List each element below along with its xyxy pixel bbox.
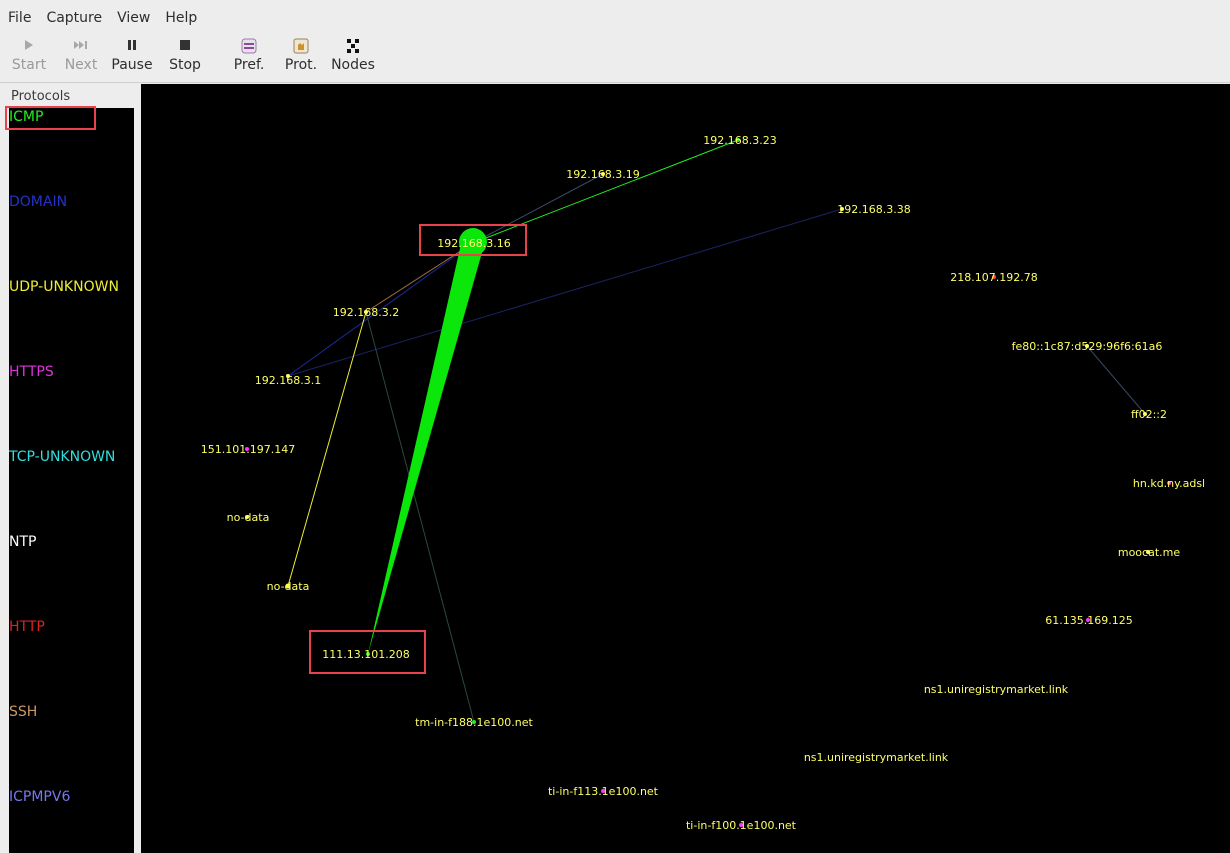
toolbar-separator — [0, 82, 1230, 83]
node-label[interactable]: ns1.uniregistrymarket.link — [804, 751, 949, 764]
start-label: Start — [11, 57, 47, 73]
protocol-item-icmp[interactable]: ICMP — [9, 109, 43, 125]
link-icmp-16-23 — [472, 139, 739, 244]
node-label[interactable]: 192.168.3.2 — [333, 306, 399, 319]
preferences-icon — [228, 38, 270, 58]
node-label[interactable]: 111.13.101.208 — [322, 648, 409, 661]
protocol-item-https[interactable]: HTTPS — [9, 364, 54, 380]
menu-bar: File Capture View Help — [0, 0, 1230, 36]
stop-button[interactable]: Stop — [164, 36, 206, 80]
link-fe80-ff02 — [1086, 345, 1146, 415]
link-domain-1-38 — [287, 208, 843, 377]
network-graph: 192.168.3.23 192.168.3.19 192.168.3.38 1… — [201, 134, 1205, 832]
protocol-item-ntp[interactable]: NTP — [9, 534, 36, 550]
preferences-button[interactable]: Pref. — [228, 36, 270, 80]
node-label[interactable]: no-data — [267, 580, 310, 593]
toolbar: Start Next Pause Stop Pref. Prot. Nodes — [0, 36, 1230, 82]
protocol-item-http[interactable]: HTTP — [9, 619, 45, 635]
node-label[interactable]: 192.168.3.23 — [703, 134, 776, 147]
node-label[interactable]: fe80::1c87:d529:96f6:61a6 — [1012, 340, 1163, 353]
node-label[interactable]: 192.168.3.16 — [437, 237, 510, 250]
protocol-list[interactable]: ICMP DOMAIN UDP-UNKNOWN HTTPS TCP-UNKNOW… — [9, 108, 134, 853]
next-label: Next — [64, 57, 98, 73]
pause-button[interactable]: Pause — [110, 36, 154, 80]
menu-view[interactable]: View — [109, 0, 157, 36]
protocols-icon — [280, 38, 322, 58]
node-label[interactable]: ti-in-f100.1e100.net — [686, 819, 797, 832]
menu-file[interactable]: File — [0, 0, 38, 36]
node-label[interactable]: 192.168.3.38 — [837, 203, 910, 216]
node-label[interactable]: 61.135.169.125 — [1045, 614, 1132, 627]
node-label[interactable]: no-data — [227, 511, 270, 524]
prot-label: Prot. — [284, 57, 318, 73]
node-label[interactable]: tm-in-f188.1e100.net — [415, 716, 533, 729]
link-16-19 — [472, 173, 604, 244]
nodes-label: Nodes — [331, 57, 375, 73]
protocol-item-domain[interactable]: DOMAIN — [9, 194, 67, 210]
pause-label: Pause — [111, 57, 153, 73]
menu-help[interactable]: Help — [157, 0, 204, 36]
stop-label: Stop — [169, 57, 201, 73]
nodes-icon — [328, 38, 378, 58]
link-udp-2-nodata — [287, 311, 367, 587]
protocols-button[interactable]: Prot. — [280, 36, 322, 80]
stop-icon — [164, 38, 206, 58]
protocol-item-ssh[interactable]: SSH — [9, 704, 37, 720]
link-icmp-16-111 — [368, 242, 485, 654]
node-label[interactable]: 151.101.197.147 — [201, 443, 295, 456]
play-icon — [8, 38, 50, 58]
network-diagram[interactable]: 192.168.3.23 192.168.3.19 192.168.3.38 1… — [141, 84, 1230, 853]
protocol-item-tcp-unknown[interactable]: TCP-UNKNOWN — [9, 449, 115, 465]
start-button[interactable]: Start — [8, 36, 50, 80]
node-label[interactable]: ff02::2 — [1131, 408, 1167, 421]
menu-capture[interactable]: Capture — [38, 0, 109, 36]
protocol-item-udp-unknown[interactable]: UDP-UNKNOWN — [9, 279, 119, 295]
node-label[interactable]: 192.168.3.1 — [255, 374, 321, 387]
protocols-title: Protocols — [11, 89, 71, 104]
node-label[interactable]: 218.107.192.78 — [950, 271, 1037, 284]
node-label[interactable]: hn.kd.ny.adsl — [1133, 477, 1205, 490]
pref-label: Pref. — [233, 57, 265, 73]
pause-icon — [110, 38, 154, 58]
node-label[interactable]: ti-in-f113.1e100.net — [548, 785, 659, 798]
nodes-button[interactable]: Nodes — [328, 36, 378, 80]
next-button[interactable]: Next — [60, 36, 102, 80]
node-label[interactable]: 192.168.3.19 — [566, 168, 639, 181]
node-label[interactable]: moocat.me — [1118, 546, 1180, 559]
protocol-item-icpmpv6[interactable]: ICPMPV6 — [9, 789, 70, 805]
node-label[interactable]: ns1.uniregistrymarket.link — [924, 683, 1069, 696]
skip-forward-icon — [60, 38, 102, 58]
